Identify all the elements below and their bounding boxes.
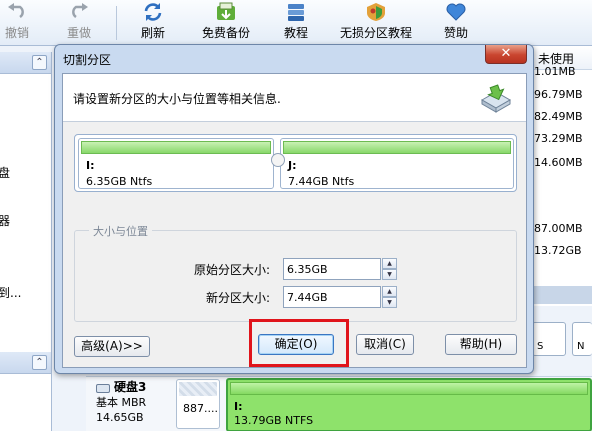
unused-size-cell: 96.79MB bbox=[534, 88, 583, 101]
partition-name: I: bbox=[86, 159, 95, 172]
disk-type: 基本 MBR bbox=[96, 396, 147, 409]
unused-size-cell: 73.29MB bbox=[534, 132, 583, 145]
tutorial-icon bbox=[288, 4, 304, 21]
new-size-input[interactable] bbox=[283, 286, 381, 308]
left-panel2-header: ⌃ bbox=[0, 352, 51, 374]
left-pending-panel: ⌃ bbox=[0, 352, 52, 431]
advanced-button[interactable]: 高级(A)>> bbox=[74, 336, 150, 357]
lossless-partition-icon bbox=[367, 3, 385, 21]
heart-icon bbox=[446, 3, 466, 21]
original-size-label: 原始分区大小: bbox=[194, 263, 271, 277]
redo-icon bbox=[72, 3, 88, 19]
disk-map-strip: S N bbox=[530, 322, 592, 356]
toolbar-separator bbox=[116, 6, 117, 40]
partition-i-card[interactable]: I: 6.35GB Ntfs bbox=[78, 138, 274, 189]
partition-info: 7.44GB Ntfs bbox=[288, 175, 355, 188]
free-backup-button[interactable]: 免费备份 bbox=[198, 2, 254, 44]
left-panel-header: ⌃ bbox=[0, 52, 51, 74]
unallocated-partition-block[interactable]: 887.... bbox=[176, 379, 220, 429]
redo-button[interactable]: 重做 bbox=[64, 2, 94, 44]
new-size-stepper: ▲ ▼ bbox=[283, 286, 397, 308]
partition-name: I: bbox=[234, 400, 243, 413]
size-position-group: 大小与位置 原始分区大小: ▲ ▼ 新分区大小: ▲ ▼ bbox=[74, 223, 517, 322]
undo-button[interactable]: 撤销 bbox=[2, 2, 32, 44]
new-size-label: 新分区大小: bbox=[206, 291, 271, 305]
close-icon: ✕ bbox=[500, 46, 512, 61]
lossless-partition-tutorial-button[interactable]: 无损分区教程 bbox=[336, 2, 416, 44]
tutorial-button[interactable]: 教程 bbox=[281, 2, 311, 44]
sponsor-button[interactable]: 赞助 bbox=[441, 2, 471, 44]
refresh-button[interactable]: 刷新 bbox=[138, 2, 168, 44]
original-size-stepper: ▲ ▼ bbox=[283, 258, 397, 280]
dialog-title: 切割分区 bbox=[63, 53, 112, 67]
partition-usage-bar bbox=[230, 382, 588, 395]
left-panel-text: 盘 bbox=[0, 166, 11, 180]
unused-size-cell: 14.60MB bbox=[534, 156, 583, 169]
unused-size-cell: 13.72GB bbox=[534, 244, 582, 257]
decrement-button[interactable]: ▼ bbox=[382, 269, 397, 280]
group-label: 大小与位置 bbox=[89, 223, 152, 239]
partition-usage-bar bbox=[81, 141, 271, 154]
disk-size: 14.65GB bbox=[96, 411, 144, 424]
main-toolbar: 撤销 重做 刷新 免费备份 教程 无损分区教程 赞助 bbox=[0, 0, 592, 46]
increment-button[interactable]: ▲ bbox=[382, 286, 397, 297]
dialog-instruction: 请设置新分区的大小与位置等相关信息. bbox=[73, 92, 281, 106]
unused-size-cell: 82.49MB bbox=[534, 110, 583, 123]
left-operations-panel: ⌃ 盘 器 到... bbox=[0, 52, 52, 376]
disk-title: 硬盘3 bbox=[114, 380, 147, 394]
partition-name: J: bbox=[288, 159, 297, 172]
partition-info: 6.35GB Ntfs bbox=[86, 175, 153, 188]
close-button[interactable]: ✕ bbox=[485, 45, 527, 64]
split-partition-icon bbox=[480, 84, 512, 113]
partition-info: 13.79GB NTFS bbox=[234, 414, 314, 427]
partition-size-label: 887.... bbox=[183, 402, 218, 415]
disk-3-row: 硬盘3 基本 MBR 14.65GB 887.... I: 13.79GB NT… bbox=[86, 376, 592, 431]
ok-button-highlight-annotation bbox=[249, 319, 349, 367]
refresh-icon bbox=[144, 3, 162, 21]
collapse-button[interactable]: ⌃ bbox=[32, 55, 47, 70]
dialog-header: 请设置新分区的大小与位置等相关信息. bbox=[63, 74, 526, 122]
partition-list-unused-column: 未使用 bbox=[530, 46, 592, 306]
undo-icon bbox=[8, 3, 24, 19]
partition-usage-bar bbox=[283, 141, 511, 154]
original-size-input[interactable] bbox=[283, 258, 381, 280]
chevron-up-icon: ⌃ bbox=[35, 57, 44, 68]
chevron-up-icon: ⌃ bbox=[35, 357, 44, 368]
cancel-button[interactable]: 取消(C) bbox=[356, 334, 414, 355]
disk-info[interactable]: 硬盘3 基本 MBR 14.65GB bbox=[86, 377, 172, 431]
hard-disk-icon bbox=[96, 383, 110, 393]
disk-map-partition[interactable]: N bbox=[572, 322, 592, 356]
disk-map-partition-label: N bbox=[577, 341, 585, 352]
unused-size-cell: 1.01MB bbox=[534, 65, 576, 78]
selected-row-highlight bbox=[530, 286, 592, 304]
help-button[interactable]: 帮助(H) bbox=[445, 334, 517, 355]
left-panel-text: 器 bbox=[0, 214, 11, 228]
partition-j-card[interactable]: J: 7.44GB Ntfs bbox=[280, 138, 514, 189]
partition-i-block[interactable]: I: 13.79GB NTFS bbox=[226, 378, 592, 431]
increment-button[interactable]: ▲ bbox=[382, 258, 397, 269]
collapse-button[interactable]: ⌃ bbox=[32, 355, 47, 370]
unused-size-cell: 87.00MB bbox=[534, 222, 583, 235]
partition-split-preview: I: 6.35GB Ntfs J: 7.44GB Ntfs bbox=[74, 134, 517, 192]
split-drag-handle[interactable] bbox=[271, 153, 285, 167]
partition-usage-bar bbox=[179, 382, 217, 396]
decrement-button[interactable]: ▼ bbox=[382, 297, 397, 308]
left-panel-text: 到... bbox=[0, 286, 22, 300]
backup-icon bbox=[217, 2, 235, 20]
disk-map-partition-label: S bbox=[537, 341, 544, 352]
disk-map-partition[interactable]: S bbox=[532, 322, 566, 356]
